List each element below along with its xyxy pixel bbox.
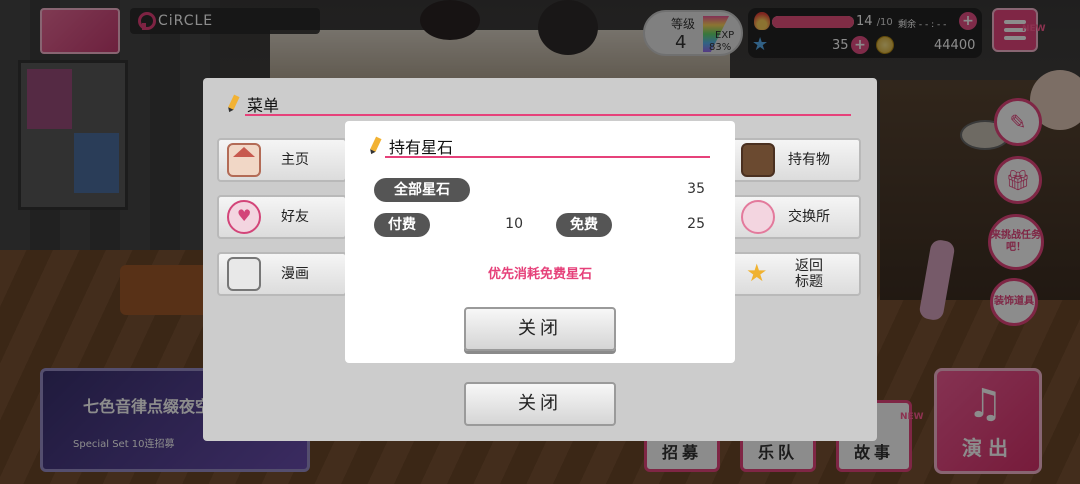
friend-heart-icon bbox=[227, 200, 261, 234]
total-stones-value: 35 bbox=[687, 181, 705, 197]
free-stones-badge: 免费 bbox=[556, 213, 612, 237]
menu-title: 菜单 bbox=[247, 96, 280, 115]
dialog-title: 持有星石 bbox=[389, 138, 454, 157]
menu-close-button[interactable]: 关闭 bbox=[464, 382, 616, 426]
menu-item-label: 漫画 bbox=[281, 266, 309, 282]
pencil-icon bbox=[366, 135, 384, 156]
menu-item-friends[interactable]: 好友 bbox=[217, 195, 347, 239]
menu-item-home[interactable]: 主页 bbox=[217, 138, 347, 182]
paid-stones-value: 10 bbox=[505, 216, 523, 232]
menu-item-label: 交换所 bbox=[788, 209, 830, 225]
menu-item-exchange[interactable]: 交换所 bbox=[731, 195, 861, 239]
bag-icon bbox=[741, 143, 775, 177]
dialog-header: 持有星石 bbox=[369, 134, 453, 158]
total-stones-badge: 全部星石 bbox=[374, 178, 470, 202]
pencil-icon bbox=[224, 93, 242, 114]
menu-item-inventory[interactable]: 持有物 bbox=[731, 138, 861, 182]
star-return-icon bbox=[741, 257, 775, 291]
menu-title-underline bbox=[245, 114, 851, 116]
menu-item-return-title[interactable]: 返回 标题 bbox=[731, 252, 861, 296]
menu-item-label: 主页 bbox=[281, 152, 309, 168]
menu-item-label: 好友 bbox=[281, 209, 309, 225]
dialog-close-button[interactable]: 关闭 bbox=[464, 307, 616, 351]
menu-header: 菜单 bbox=[227, 92, 279, 116]
home-icon bbox=[227, 143, 261, 177]
exchange-icon bbox=[741, 200, 775, 234]
star-stone-dialog: 持有星石 全部星石 35 付费 10 免费 25 优先消耗免费星石 关闭 bbox=[345, 121, 735, 363]
paid-stones-badge: 付费 bbox=[374, 213, 430, 237]
menu-item-label: 返回 标题 bbox=[795, 258, 823, 290]
manga-icon bbox=[227, 257, 261, 291]
menu-item-label: 持有物 bbox=[788, 152, 830, 168]
consumption-notice: 优先消耗免费星石 bbox=[487, 267, 592, 282]
free-stones-value: 25 bbox=[687, 216, 705, 232]
dialog-title-underline bbox=[385, 156, 710, 158]
menu-item-manga[interactable]: 漫画 bbox=[217, 252, 347, 296]
